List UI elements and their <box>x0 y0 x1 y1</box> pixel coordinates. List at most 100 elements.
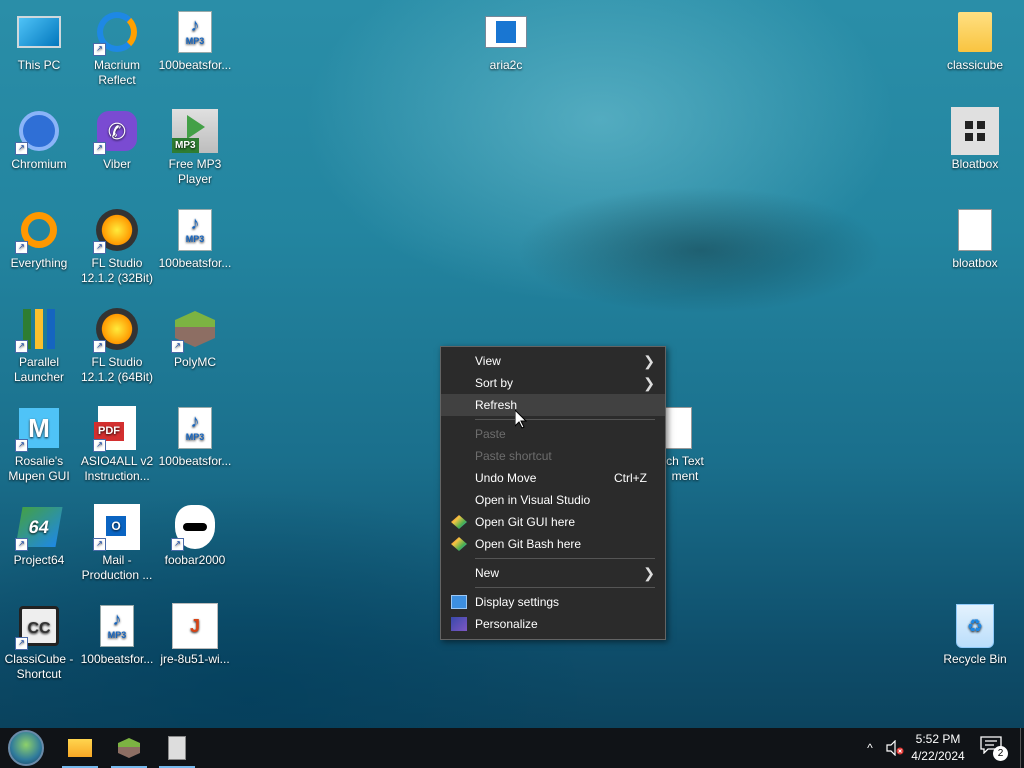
menu-item-view[interactable]: View ❯ <box>441 350 665 372</box>
desktop-icon-polymc[interactable]: ↗ PolyMC <box>156 297 234 370</box>
desktop-icon-foobar2000[interactable]: ↗ foobar2000 <box>156 495 234 568</box>
shortcut-arrow-icon: ↗ <box>171 538 184 551</box>
menu-item-refresh[interactable]: Refresh <box>441 394 665 416</box>
desktop-icon-recycle-bin[interactable]: ♻ Recycle Bin <box>936 594 1014 667</box>
desktop-icon-label: FL Studio 12.1.2 (64Bit) <box>80 355 154 384</box>
desktop-icon-jre[interactable]: J jre-8u51-wi... <box>156 594 234 667</box>
taskbar-notepad[interactable] <box>155 728 199 768</box>
recycle-bin-icon: ♻ <box>951 602 999 650</box>
desktop-icon-bloatbox-text[interactable]: bloatbox <box>936 198 1014 271</box>
desktop-icon-chromium[interactable]: ↗ Chromium <box>0 99 78 172</box>
desktop-icon-label: classicube <box>946 58 1004 72</box>
desktop-icon-label: foobar2000 <box>164 553 226 567</box>
desktop-icon-label: aria2c <box>489 58 523 72</box>
desktop-context-menu: View ❯ Sort by ❯ Refresh Paste Paste sho… <box>440 346 666 640</box>
desktop-icon-label: PolyMC <box>173 355 216 369</box>
desktop-icon-classicube-shortcut[interactable]: CC ↗ ClassiCube - Shortcut <box>0 594 78 682</box>
action-center-button[interactable]: 2 <box>980 736 1008 761</box>
mp3-file-icon: ♪ MP3 <box>171 8 219 56</box>
desktop-icon-label: Bloatbox <box>951 157 999 171</box>
desktop-icon-everything[interactable]: ↗ Everything <box>0 198 78 271</box>
shortcut-arrow-icon: ↗ <box>15 538 28 551</box>
polymc-icon <box>118 738 140 758</box>
notification-count-badge: 2 <box>993 746 1008 761</box>
desktop-icon-label: Rosalie's Mupen GUI <box>8 454 70 483</box>
tray-overflow-chevron[interactable]: ^ <box>860 728 880 768</box>
menu-item-display-settings[interactable]: Display settings <box>441 591 665 613</box>
start-orb-icon[interactable] <box>8 730 44 766</box>
menu-item-sort-by[interactable]: Sort by ❯ <box>441 372 665 394</box>
mupen-icon: M ↗ <box>15 404 63 452</box>
desktop-icon-free-mp3-player[interactable]: MP3 Free MP3 Player <box>156 99 234 187</box>
desktop-icon-rosalie[interactable]: M ↗ Rosalie's Mupen GUI <box>0 396 78 484</box>
desktop-icon-beats-3[interactable]: ♪ MP3 100beatsfor... <box>156 396 234 469</box>
menu-item-personalize[interactable]: Personalize <box>441 613 665 635</box>
desktop-icon-label: Macrium Reflect <box>93 58 140 87</box>
shortcut-arrow-icon: ↗ <box>93 439 106 452</box>
menu-item-open-git-gui[interactable]: Open Git GUI here <box>441 511 665 533</box>
show-desktop-button[interactable] <box>1020 728 1024 768</box>
taskbar-polymc[interactable] <box>107 728 151 768</box>
desktop-icon-project64[interactable]: 64 ↗ Project64 <box>0 495 78 568</box>
desktop-icon-beats-4[interactable]: ♪ MP3 100beatsfor... <box>78 594 156 667</box>
desktop-icon-mail[interactable]: O ↗ Mail - Production ... <box>78 495 156 583</box>
shortcut-arrow-icon: ↗ <box>93 241 106 254</box>
shortcut-arrow-icon: ↗ <box>15 340 28 353</box>
taskbar-file-explorer[interactable] <box>58 728 102 768</box>
menu-item-label: Refresh <box>475 398 518 412</box>
text-file-icon <box>951 206 999 254</box>
desktop-icon-beats-1[interactable]: ♪ MP3 100beatsfor... <box>156 0 234 73</box>
display-icon <box>451 595 467 609</box>
taskbar: ^ 5:52 PM 4/22/2024 2 <box>0 728 1024 768</box>
mp3-file-icon: ♪ MP3 <box>171 404 219 452</box>
outlook-icon: O ↗ <box>93 503 141 551</box>
polymc-icon: ↗ <box>171 305 219 353</box>
chevron-right-icon: ❯ <box>643 353 655 369</box>
menu-item-label: Open in Visual Studio <box>475 493 591 507</box>
shortcut-arrow-icon: ↗ <box>171 340 184 353</box>
desktop-icon-beats-2[interactable]: ♪ MP3 100beatsfor... <box>156 198 234 271</box>
tray-volume[interactable] <box>884 728 906 768</box>
menu-item-label: New <box>475 566 500 580</box>
clock-date: 4/22/2024 <box>911 749 965 763</box>
desktop-icon-label: Everything <box>10 256 68 270</box>
shortcut-arrow-icon: ↗ <box>15 241 28 254</box>
menu-item-paste: Paste <box>441 423 665 445</box>
desktop-icon-fl-studio-64[interactable]: ↗ FL Studio 12.1.2 (64Bit) <box>78 297 156 385</box>
java-installer-icon: J <box>171 602 219 650</box>
macrium-reflect-icon: ↗ <box>93 8 141 56</box>
chromium-icon: ↗ <box>15 107 63 155</box>
desktop-icon-bloatbox-app[interactable]: Bloatbox <box>936 99 1014 172</box>
desktop-icon-label: 100beatsfor... <box>158 58 232 72</box>
desktop-icon-this-pc[interactable]: This PC <box>0 0 78 73</box>
menu-item-open-git-bash[interactable]: Open Git Bash here <box>441 533 665 555</box>
desktop-icon-label: 100beatsfor... <box>80 652 154 666</box>
project64-icon: 64 ↗ <box>15 503 63 551</box>
desktop-icon-classicube-folder[interactable]: classicube <box>936 0 1014 73</box>
chevron-up-icon: ^ <box>867 741 873 755</box>
menu-item-open-visual-studio[interactable]: Open in Visual Studio <box>441 489 665 511</box>
menu-item-label: Open Git Bash here <box>475 537 582 551</box>
desktop-icon-macrium-reflect[interactable]: ↗ Macrium Reflect <box>78 0 156 88</box>
menu-item-undo-move[interactable]: Undo Move Ctrl+Z <box>441 467 665 489</box>
desktop-icon-label: Project64 <box>13 553 65 567</box>
desktop-icon-label: Free MP3 Player <box>168 157 222 186</box>
menu-separator <box>475 558 655 559</box>
desktop-icon-asio4all[interactable]: PDF ↗ ASIO4ALL v2 Instruction... <box>78 396 156 484</box>
desktop-icon-label: jre-8u51-wi... <box>160 652 230 666</box>
chevron-right-icon: ❯ <box>643 565 655 581</box>
desktop-icon-viber[interactable]: ✆ ↗ Viber <box>78 99 156 172</box>
taskbar-clock[interactable]: 5:52 PM 4/22/2024 <box>905 731 971 765</box>
desktop-icon-label: Chromium <box>11 157 67 171</box>
personalize-icon <box>451 617 467 631</box>
chevron-right-icon: ❯ <box>643 375 655 391</box>
desktop-icon-aria2c[interactable]: aria2c <box>467 0 545 73</box>
menu-item-new[interactable]: New ❯ <box>441 562 665 584</box>
menu-item-label: Display settings <box>475 595 560 609</box>
desktop-icon-label: Mail - Production ... <box>81 553 153 582</box>
menu-item-label: Sort by <box>475 376 514 390</box>
free-mp3-player-icon: MP3 <box>171 107 219 155</box>
desktop-icon-parallel-launcher[interactable]: ↗ Parallel Launcher <box>0 297 78 385</box>
computer-icon <box>15 8 63 56</box>
desktop-icon-fl-studio-32[interactable]: ↗ FL Studio 12.1.2 (32Bit) <box>78 198 156 286</box>
